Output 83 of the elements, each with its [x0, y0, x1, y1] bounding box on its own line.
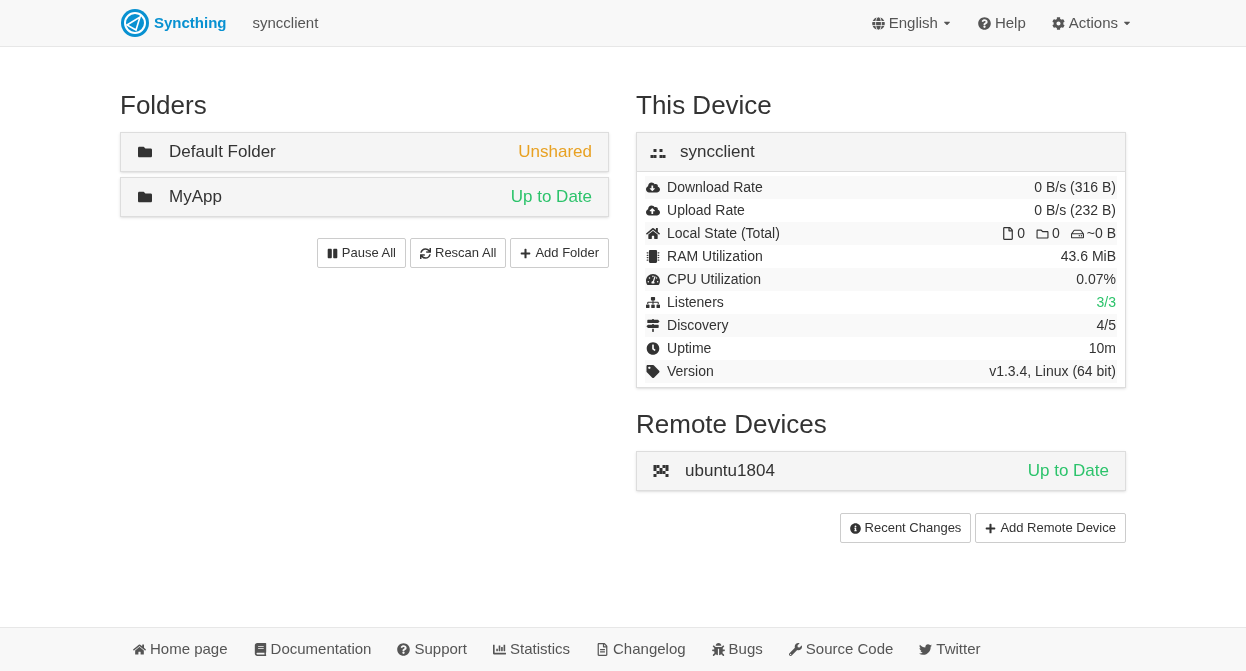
tag-icon [646, 365, 660, 378]
panel-heading[interactable]: MyApp Up to Date [120, 177, 609, 217]
globe-icon [871, 16, 885, 30]
row-value: ~0 B [1086, 224, 1116, 243]
footer-link[interactable]: Statistics [493, 638, 571, 661]
pause-icon [326, 247, 338, 259]
action-button[interactable]: Add Folder [510, 238, 609, 268]
plus-icon [985, 522, 997, 534]
row-label: Uptime [667, 339, 712, 358]
item-status: Up to Date [510, 186, 592, 209]
cloud-download-icon [646, 181, 660, 194]
row-value: 0.07% [1076, 270, 1116, 289]
cloud-upload-icon [646, 204, 660, 217]
bird-icon [919, 643, 933, 656]
chip-icon [646, 250, 660, 263]
folder-icon [1036, 227, 1049, 240]
signpost-icon [646, 319, 660, 332]
row-label: CPU Utilization [667, 270, 762, 289]
row-value: 0 [1017, 224, 1025, 243]
nav-menu-item[interactable]: Actions [1051, 11, 1132, 35]
row-value: 10m [1088, 339, 1116, 358]
info-icon [849, 522, 861, 534]
section-title: Folders [120, 89, 208, 122]
identicon-icon [650, 146, 666, 158]
footer-link[interactable]: Documentation [253, 638, 372, 661]
row-value: 0 B/s (316 B) [1034, 178, 1116, 197]
row-label: RAM Utilization [667, 247, 763, 266]
question-icon [977, 16, 991, 30]
item-name: syncclient [680, 141, 755, 164]
footer-link[interactable]: Twitter [919, 638, 981, 661]
nav-menu-item[interactable]: Help [977, 11, 1026, 35]
refresh-icon [420, 247, 431, 259]
row-value: 3/3 [1096, 293, 1116, 312]
footer-link[interactable]: Source Code [788, 638, 894, 661]
gear-icon [1051, 16, 1065, 30]
action-button[interactable]: Add Remote Device [975, 513, 1126, 543]
device-name: syncclient [252, 12, 319, 33]
home-icon [133, 643, 146, 656]
folder-icon [137, 145, 153, 159]
item-status: Up to Date [1027, 460, 1109, 483]
footer-link[interactable]: Bugs [711, 638, 763, 661]
file-icon [1002, 227, 1015, 240]
question-icon [397, 643, 411, 656]
panel-heading[interactable]: Default Folder Unshared [120, 132, 609, 172]
logo-icon [120, 8, 150, 38]
panel-heading[interactable]: ubuntu1804 Up to Date [636, 451, 1126, 491]
action-button[interactable]: Rescan All [410, 238, 507, 268]
drive-icon [1070, 227, 1084, 240]
row-label: Download Rate [667, 178, 763, 197]
book-icon [253, 643, 267, 656]
folder-icon [137, 190, 153, 204]
item-name: ubuntu1804 [685, 460, 775, 483]
bug-icon [711, 643, 725, 656]
sitemap-icon [646, 296, 660, 309]
bar-chart-icon [493, 643, 506, 656]
wrench-icon [788, 643, 802, 656]
footer-link[interactable]: Support [397, 638, 467, 661]
item-status: Unshared [518, 141, 592, 164]
row-label: Upload Rate [667, 201, 745, 220]
gauge-icon [646, 273, 660, 286]
item-name: Default Folder [169, 141, 276, 164]
row-label: Version [667, 362, 714, 381]
row-label: Listeners [667, 293, 724, 312]
row-label: Local State (Total) [667, 224, 780, 243]
row-value: v1.3.4, Linux (64 bit) [989, 362, 1116, 381]
home-icon [646, 227, 660, 240]
plus-icon [520, 247, 532, 259]
row-label: Discovery [667, 316, 729, 335]
item-name: MyApp [169, 186, 222, 209]
identicon-icon [653, 465, 669, 477]
document-icon [596, 643, 610, 656]
footer-link[interactable]: Home page [133, 638, 228, 661]
nav-menu-item[interactable]: English [871, 11, 952, 35]
section-title: Remote Devices [636, 408, 828, 441]
clock-icon [646, 342, 660, 355]
footer-link[interactable]: Changelog [596, 638, 686, 661]
action-button[interactable]: Pause All [316, 238, 406, 268]
row-value: 4/5 [1096, 316, 1116, 335]
section-title: This Device [636, 89, 773, 122]
row-value: 0 B/s (232 B) [1034, 201, 1116, 220]
row-value: 43.6 MiB [1060, 247, 1116, 266]
action-button[interactable]: Recent Changes [839, 513, 972, 543]
row-value: 0 [1052, 224, 1060, 243]
